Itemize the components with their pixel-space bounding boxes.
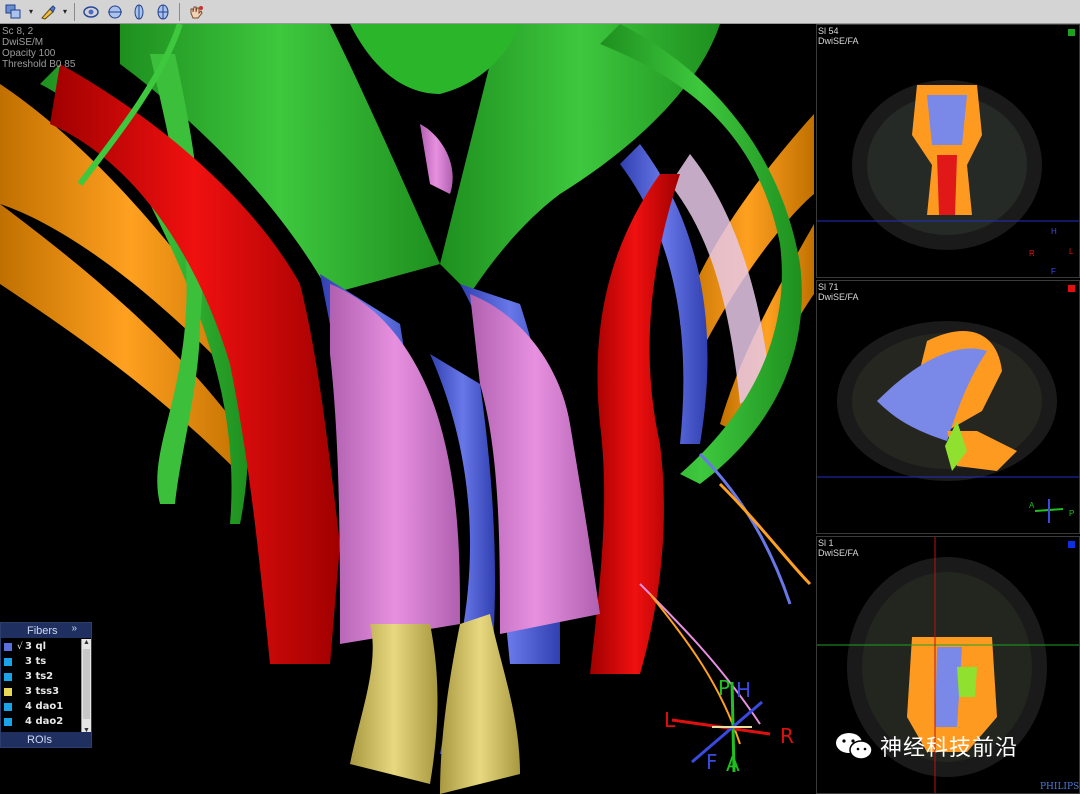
slice-color-marker [1068,29,1075,36]
fiber-item[interactable]: 3 ts [1,654,81,669]
orient-label-a: A [726,752,740,776]
fibers-panel: Fibers » √ 3 ql 3 ts 3 ts2 3 tss3 4 dao1 [0,622,92,748]
fibers-panel-title: Fibers [27,624,58,637]
axis-label-left: A [1029,501,1035,510]
slice-info: Sl 1 DwiSE/FA [818,538,859,558]
axis-label-right: L [1069,247,1074,256]
fiber-color-swatch [4,642,12,651]
fiber-color-swatch [4,717,12,726]
info-line: Opacity 100 [2,48,56,59]
brush-icon[interactable] [37,2,59,22]
check-icon[interactable]: √ [17,642,25,652]
axis-label-right: P [1069,509,1075,518]
fiber-list: √ 3 ql 3 ts 3 ts2 3 tss3 4 dao1 4 dao2 [1,639,81,729]
info-line: Sc 8, 2 [2,26,34,37]
slice-view-sagittal[interactable]: Sl 71 DwiSE/FA A P [816,280,1080,534]
expand-icon[interactable]: » [71,623,77,634]
orient-label-r: R [780,724,794,748]
fiber-item[interactable]: 4 dao2 [1,714,81,729]
axial-view-icon[interactable] [104,2,126,22]
sagittal-view-icon[interactable] [128,2,150,22]
axis-label-bottom: F [1051,267,1056,276]
fiber-3d-viewport[interactable]: Sc 8, 2 DwiSE/M Opacity 100 Threshold B0… [0,24,814,794]
wechat-watermark: 神经科技前沿 [834,730,1018,762]
slice-info: Sl 54 DwiSE/FA [818,26,859,46]
slice-orientation-icon [1034,499,1064,523]
slice-series: DwiSE/FA [818,292,859,302]
scroll-up-icon[interactable]: ▲ [83,639,90,646]
orient-label-l: L [664,708,676,732]
slice-number: Sl 54 [818,26,839,36]
info-line: Threshold B0 85 [2,59,76,70]
coronal-view-icon[interactable] [152,2,174,22]
fiber-item-label: 4 dao2 [25,716,64,727]
toolbar-divider [74,2,75,21]
chevron-down-icon[interactable]: ▾ [27,2,35,22]
chevron-down-icon[interactable]: ▾ [61,2,69,22]
slice-image [817,80,1079,250]
hand-icon[interactable] [185,2,207,22]
fibers-panel-header[interactable]: Fibers » [1,623,91,638]
scrollbar-thumb[interactable] [83,649,90,719]
slice-number: Sl 71 [818,282,839,292]
fiber-color-swatch [4,702,12,711]
toolbar-divider [179,2,180,21]
eye-rotate-icon[interactable] [80,2,102,22]
info-line: DwiSE/M [2,37,44,48]
philips-logo: PHILIPS [1040,782,1080,792]
axis-label-left: R [1029,249,1035,258]
slice-color-marker [1068,285,1075,292]
fiber-list-scrollbar[interactable]: ▲ ▼ [81,639,91,734]
view-info-overlay: Sc 8, 2 DwiSE/M Opacity 100 Threshold B0… [2,26,75,70]
fiber-item[interactable]: 3 ts2 [1,669,81,684]
orient-label-h: H [736,678,752,702]
orientation-indicator: P H L R F A [652,652,802,782]
fiber-item-label: 3 tss3 [25,686,60,697]
fiber-item-label: 3 ts [25,656,47,667]
fiber-color-swatch [4,657,12,666]
slice-info: Sl 71 DwiSE/FA [818,282,859,302]
rois-panel-header[interactable]: ROIs [1,732,91,747]
fiber-item-label: 3 ts2 [25,671,54,682]
rois-panel-title: ROIs [27,733,53,746]
toolbar: ▾ ▾ [0,0,1080,24]
fiber-item-label: 4 dao1 [25,701,64,712]
axis-label-top: H [1051,227,1057,236]
fiber-color-swatch [4,687,12,696]
fiber-color-swatch [4,672,12,681]
fiber-item[interactable]: 3 tss3 [1,684,81,699]
orient-label-p: P [718,676,731,700]
fiber-item[interactable]: 4 dao1 [1,699,81,714]
fiber-item-label: 3 ql [25,641,47,652]
fiber-item[interactable]: √ 3 ql [1,639,81,654]
orient-label-f: F [706,750,718,774]
slice-color-marker [1068,541,1075,548]
overlapping-squares-icon[interactable] [3,2,25,22]
watermark-text: 神经科技前沿 [880,736,1019,761]
slice-number: Sl 1 [818,538,834,548]
slice-series: DwiSE/FA [818,548,859,558]
wechat-icon [836,733,873,760]
slice-view-axial[interactable]: Sl 54 DwiSE/FA H R L F [816,24,1080,278]
slice-series: DwiSE/FA [818,36,859,46]
